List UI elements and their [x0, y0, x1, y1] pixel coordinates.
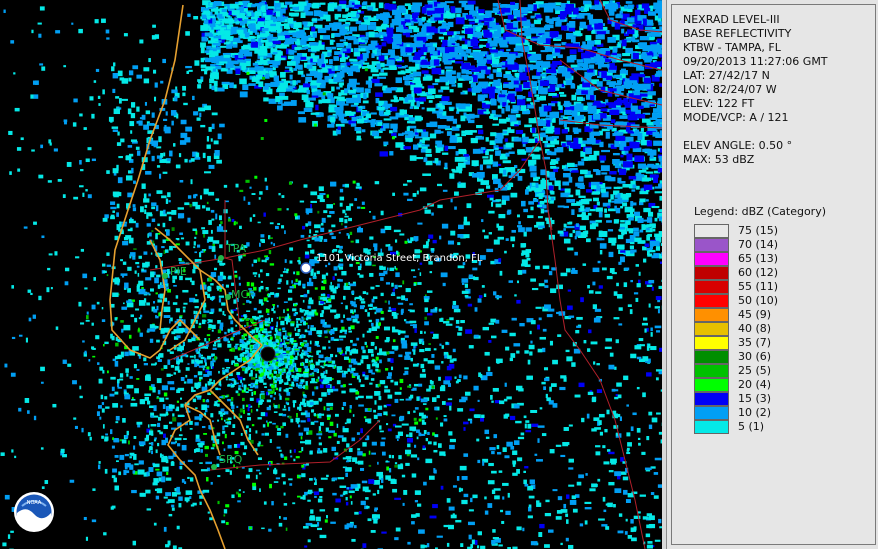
legend-label: 55 (11) — [738, 280, 779, 293]
legend-label: 15 (3) — [738, 392, 772, 405]
station-name: KTBW - TAMPA, FL — [683, 41, 781, 54]
station-latitude: LAT: 27/42/17 N — [683, 69, 770, 82]
info-panel-frame: NEXRAD LEVEL-III BASE REFLECTIVITY KTBW … — [671, 4, 876, 545]
city-dot-tpa — [218, 255, 224, 261]
legend-swatch — [694, 224, 729, 238]
city-dot-srq — [211, 464, 217, 470]
location-pin-icon[interactable] — [300, 262, 312, 274]
legend-label: 45 (9) — [738, 308, 772, 321]
legend-swatch — [694, 364, 729, 378]
legend-label: 25 (5) — [738, 364, 772, 377]
noaa-logo-text: NOAA — [27, 500, 42, 506]
legend-row: 60 (12) — [694, 266, 844, 280]
legend-swatch — [694, 336, 729, 350]
radar-map-canvas[interactable]: TPA PIE MCF SRQ 1101 Victoria Street, Br… — [0, 0, 662, 549]
elevation-angle: ELEV ANGLE: 0.50 ° — [683, 139, 793, 152]
city-label-srq: SRQ — [219, 453, 243, 466]
legend-row: 20 (4) — [694, 378, 844, 392]
station-elevation: ELEV: 122 FT — [683, 97, 755, 110]
legend-swatch — [694, 308, 729, 322]
city-label-pie: PIE — [170, 265, 187, 278]
legend-row: 75 (15) — [694, 224, 844, 238]
legend-swatch — [694, 238, 729, 252]
legend-swatch — [694, 406, 729, 420]
legend-row: 65 (13) — [694, 252, 844, 266]
legend-row: 15 (3) — [694, 392, 844, 406]
legend-label: 60 (12) — [738, 266, 779, 279]
legend-row: 25 (5) — [694, 364, 844, 378]
legend-row: 55 (11) — [694, 280, 844, 294]
legend-row: 30 (6) — [694, 350, 844, 364]
legend-row: 5 (1) — [694, 420, 844, 434]
address-marker-label: 1101 Victoria Street, Brandon, FL — [316, 253, 483, 264]
legend-row: 70 (14) — [694, 238, 844, 252]
legend-swatch — [694, 322, 729, 336]
legend-label: 20 (4) — [738, 378, 772, 391]
legend-row: 50 (10) — [694, 294, 844, 308]
radar-map[interactable]: TPA PIE MCF SRQ 1101 Victoria Street, Br… — [0, 0, 662, 549]
info-panel: NEXRAD LEVEL-III BASE REFLECTIVITY KTBW … — [666, 0, 878, 549]
mode-vcp: MODE/VCP: A / 121 — [683, 111, 789, 124]
legend-label: 70 (14) — [738, 238, 779, 251]
legend-label: 35 (7) — [738, 336, 772, 349]
legend-label: 40 (8) — [738, 322, 772, 335]
legend-row: 40 (8) — [694, 322, 844, 336]
legend-label: 75 (15) — [738, 224, 779, 237]
legend-label: 30 (6) — [738, 350, 772, 363]
noaa-logo: NOAA — [14, 492, 54, 532]
city-dot-pie — [162, 273, 168, 279]
legend-label: 65 (13) — [738, 252, 779, 265]
max-reflectivity: MAX: 53 dBZ — [683, 153, 755, 166]
legend-row: 35 (7) — [694, 336, 844, 350]
legend-swatch — [694, 266, 729, 280]
legend-swatch — [694, 350, 729, 364]
legend-swatch — [694, 252, 729, 266]
legend-row: 10 (2) — [694, 406, 844, 420]
radar-site-icon — [260, 346, 276, 362]
legend-swatch — [694, 294, 729, 308]
legend-swatch — [694, 420, 729, 434]
legend-label: 10 (2) — [738, 406, 772, 419]
legend-label: 5 (1) — [738, 420, 765, 433]
reflectivity-echoes — [0, 0, 662, 549]
legend-row: 45 (9) — [694, 308, 844, 322]
legend-title: Legend: dBZ (Category) — [694, 205, 826, 218]
scan-datetime: 09/20/2013 11:27:06 GMT — [683, 55, 828, 68]
legend-swatch — [694, 378, 729, 392]
legend-label: 50 (10) — [738, 294, 779, 307]
product-type: BASE REFLECTIVITY — [683, 27, 792, 40]
city-label-tpa: TPA — [225, 242, 247, 255]
station-longitude: LON: 82/24/07 W — [683, 83, 777, 96]
legend-swatch — [694, 392, 729, 406]
city-label-mcf: MCF — [231, 288, 255, 301]
product-name: NEXRAD LEVEL-III — [683, 13, 780, 26]
legend-swatch — [694, 280, 729, 294]
